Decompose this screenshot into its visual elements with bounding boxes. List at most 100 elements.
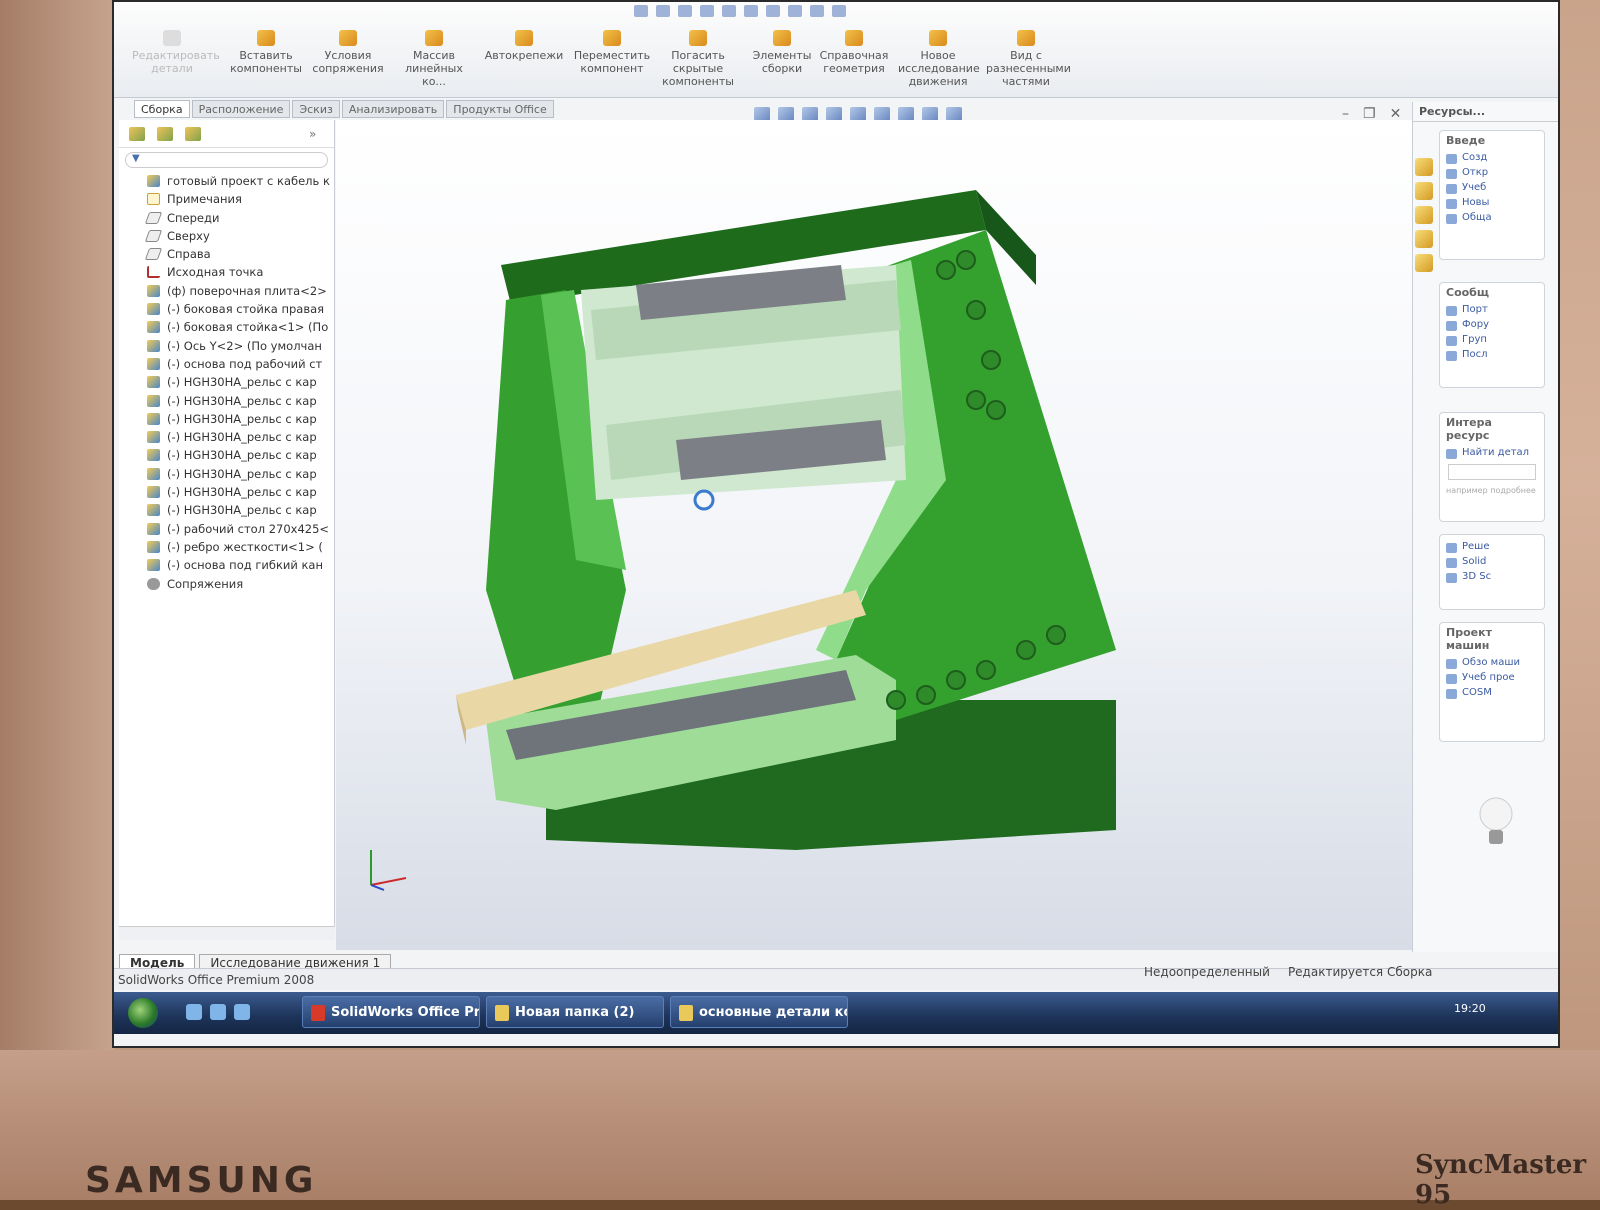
tree-item[interactable]: (-) Ось Y<2> (По умолчан — [119, 337, 334, 355]
show-hidden-button[interactable]: Погасить скрытые компоненты — [658, 30, 738, 96]
tree-item[interactable]: (-) рабочий стол 270x425< — [119, 520, 334, 538]
tree-item[interactable]: (-) HGH30HA_рельс с кар — [119, 446, 334, 464]
tp-link[interactable]: Фору — [1440, 317, 1544, 332]
cnc-assembly-model[interactable] — [336, 120, 1412, 950]
tree-item[interactable]: (-) основа под рабочий ст — [119, 355, 334, 373]
tab-layout[interactable]: Расположение — [191, 100, 291, 118]
taskbar-item-folder-2[interactable]: основные детали ко... — [670, 996, 848, 1028]
appearance-icon[interactable] — [1415, 254, 1433, 272]
display-style-icon[interactable] — [874, 107, 890, 121]
tree-item[interactable]: (-) HGH30HA_рельс с кар — [119, 373, 334, 391]
filter-input[interactable]: ▼ — [125, 152, 328, 168]
section-view-icon[interactable] — [826, 107, 842, 121]
tree-item[interactable]: Справа — [119, 245, 334, 263]
assembly-features-button[interactable]: Элементы сборки — [742, 30, 822, 96]
tree-item[interactable]: (-) HGH30HA_рельс с кар — [119, 428, 334, 446]
tree-item[interactable]: (-) боковая стойка<1> (По — [119, 318, 334, 336]
zoom-to-fit-icon[interactable] — [754, 107, 770, 121]
edit-part-button[interactable]: Редактировать детали — [132, 30, 220, 96]
expand-chevron-icon[interactable]: » — [309, 127, 325, 141]
toolbar-icon[interactable] — [766, 5, 780, 17]
tab-office-products[interactable]: Продукты Office — [446, 100, 554, 118]
tp-link[interactable]: Груп — [1440, 332, 1544, 347]
tp-link[interactable]: Учеб прое — [1440, 670, 1544, 685]
exploded-view-button[interactable]: Вид с разнесенными частями — [986, 30, 1071, 96]
tree-item[interactable]: (-) основа под гибкий кан — [119, 556, 334, 574]
tp-link[interactable]: COSM — [1440, 685, 1544, 700]
part-icon — [147, 504, 160, 517]
scene-icon[interactable] — [946, 107, 962, 121]
motion-study-icon — [929, 30, 947, 46]
tp-link[interactable]: Откр — [1440, 165, 1544, 180]
tree-item[interactable]: (-) HGH30HA_рельс с кар — [119, 465, 334, 483]
appearance-icon[interactable] — [922, 107, 938, 121]
tp-link[interactable]: Новы — [1440, 195, 1544, 210]
taskbar-item-folder-1[interactable]: Новая папка (2) — [486, 996, 664, 1028]
tree-item[interactable]: готовый проект с кабель к — [119, 172, 334, 190]
toolbar-icon[interactable] — [744, 5, 758, 17]
zoom-area-icon[interactable] — [778, 107, 794, 121]
tree-item[interactable]: (-) HGH30HA_рельс с кар — [119, 483, 334, 501]
tree-item[interactable]: (-) HGH30HA_рельс с кар — [119, 501, 334, 519]
tab-assembly[interactable]: Сборка — [134, 100, 190, 118]
new-motion-study-button[interactable]: Новое исследование движения — [898, 30, 980, 96]
tp-link[interactable]: 3D Sc — [1440, 569, 1544, 584]
show-desktop-icon[interactable] — [186, 1004, 202, 1020]
taskbar-item-solidworks[interactable]: SolidWorks Office Pr... — [302, 996, 480, 1028]
toolbar-icon[interactable] — [788, 5, 802, 17]
tp-link[interactable]: Созд — [1440, 150, 1544, 165]
toolbar-icon[interactable] — [832, 5, 846, 17]
view-orientation-icon[interactable] — [850, 107, 866, 121]
clock[interactable]: 19:20 — [1454, 1002, 1486, 1015]
move-component-button[interactable]: Переместить компонент — [572, 30, 652, 96]
tp-link[interactable]: Посл — [1440, 347, 1544, 362]
linear-pattern-button[interactable]: Массив линейных ко... — [394, 30, 474, 96]
toolbar-icon[interactable] — [810, 5, 824, 17]
tree-item[interactable]: Спереди — [119, 209, 334, 227]
tp-link[interactable]: Solid — [1440, 554, 1544, 569]
tree-item[interactable]: Исходная точка — [119, 263, 334, 281]
media-player-icon[interactable] — [234, 1004, 250, 1020]
toolbar-icon[interactable] — [634, 5, 648, 17]
tree-item[interactable]: (-) ребро жесткости<1> ( — [119, 538, 334, 556]
toolbar-icon[interactable] — [722, 5, 736, 17]
start-button-icon[interactable] — [128, 998, 158, 1028]
smart-fasteners-button[interactable]: Автокрепежи — [484, 30, 564, 96]
tp-link[interactable]: Реше — [1440, 539, 1544, 554]
insert-components-button[interactable]: Вставить компоненты — [226, 30, 306, 96]
graphics-area[interactable] — [336, 120, 1412, 950]
tree-item[interactable]: (ф) поверочная плита<2> — [119, 282, 334, 300]
tab-sketch[interactable]: Эскиз — [292, 100, 340, 118]
tree-scrollbar[interactable] — [119, 926, 335, 940]
tab-evaluate[interactable]: Анализировать — [341, 100, 445, 118]
tree-item[interactable]: (-) HGH30HA_рельс с кар — [119, 392, 334, 410]
previous-view-icon[interactable] — [802, 107, 818, 121]
folder-icon[interactable] — [1415, 206, 1433, 224]
home-icon[interactable] — [1415, 158, 1433, 176]
ie-icon[interactable] — [210, 1004, 226, 1020]
tree-item[interactable]: Сверху — [119, 227, 334, 245]
toolbar-icon[interactable] — [656, 5, 670, 17]
tp-link[interactable]: Учеб — [1440, 180, 1544, 195]
tp-link[interactable]: Обзо маши — [1440, 655, 1544, 670]
tp-link[interactable]: Порт — [1440, 302, 1544, 317]
tree-item[interactable]: Сопряжения — [119, 575, 334, 593]
configuration-manager-icon[interactable] — [185, 127, 201, 141]
tp-search-input[interactable] — [1448, 464, 1536, 480]
feature-manager-panel: » ▼ готовый проект с кабель к Примечания С… — [119, 120, 335, 940]
feature-manager-icon[interactable] — [129, 127, 145, 141]
rotate-view-icon[interactable] — [693, 489, 715, 511]
toolbar-icon[interactable] — [678, 5, 692, 17]
library-icon[interactable] — [1415, 182, 1433, 200]
tree-item[interactable]: Примечания — [119, 190, 334, 208]
hide-show-icon[interactable] — [898, 107, 914, 121]
reference-geometry-button[interactable]: Справочная геометрия — [814, 30, 894, 96]
toolbar-icon[interactable] — [700, 5, 714, 17]
tp-link[interactable]: Обща — [1440, 210, 1544, 225]
palette-icon[interactable] — [1415, 230, 1433, 248]
tree-item[interactable]: (-) HGH30HA_рельс с кар — [119, 410, 334, 428]
tree-item[interactable]: (-) боковая стойка правая — [119, 300, 334, 318]
mate-button[interactable]: Условия сопряжения — [308, 30, 388, 96]
property-manager-icon[interactable] — [157, 127, 173, 141]
tp-link[interactable]: Найти детал — [1440, 445, 1544, 460]
